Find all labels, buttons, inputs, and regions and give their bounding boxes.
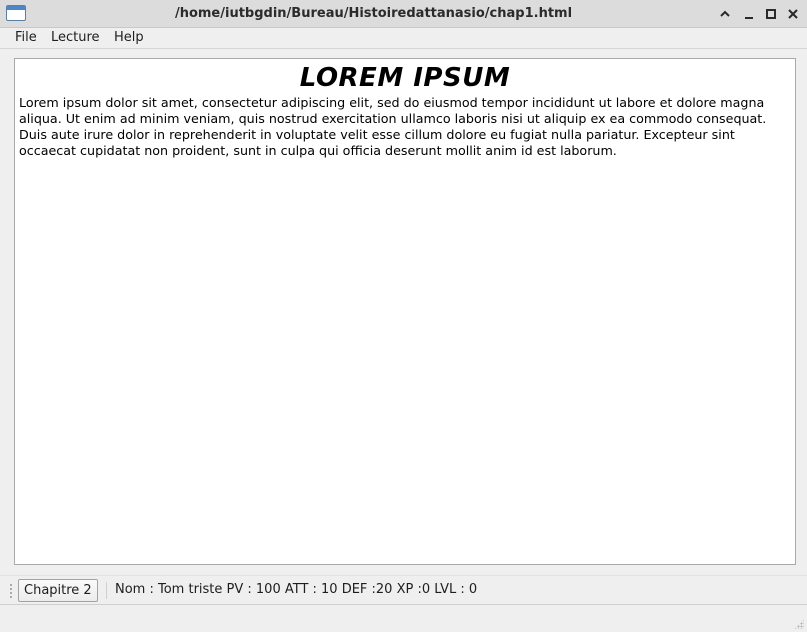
toolbar-separator — [106, 582, 107, 599]
chapter-heading: LOREM IPSUM — [299, 63, 511, 93]
menu-help[interactable]: Help — [107, 28, 151, 48]
close-icon[interactable] — [784, 5, 802, 23]
menu-file[interactable]: File — [8, 28, 44, 48]
status-bar — [0, 605, 807, 632]
minimize-icon[interactable] — [740, 5, 758, 23]
bottom-toolbar: Chapitre 2 Nom : Tom triste PV : 100 ATT… — [0, 575, 807, 605]
next-chapter-button[interactable]: Chapitre 2 — [18, 579, 98, 602]
menu-lecture[interactable]: Lecture — [44, 28, 107, 48]
player-stats-label: Nom : Tom triste PV : 100 ATT : 10 DEF :… — [115, 582, 478, 597]
maximize-square-icon[interactable] — [762, 5, 780, 23]
resize-grip-icon[interactable] — [794, 619, 804, 629]
chevron-up-icon[interactable] — [716, 5, 734, 23]
grip-dots-icon[interactable] — [9, 583, 13, 599]
chapter-paragraph: Lorem ipsum dolor sit amet, consectetur … — [19, 95, 767, 158]
title-bar[interactable]: /home/iutbgdin/Bureau/Histoiredattanasio… — [0, 0, 807, 28]
html-viewer[interactable]: LOREM IPSUM Lorem ipsum dolor sit amet, … — [14, 58, 796, 565]
application-window-icon[interactable] — [6, 5, 26, 21]
menu-bar: File Lecture Help — [0, 28, 807, 49]
window-title: /home/iutbgdin/Bureau/Histoiredattanasio… — [174, 6, 573, 21]
